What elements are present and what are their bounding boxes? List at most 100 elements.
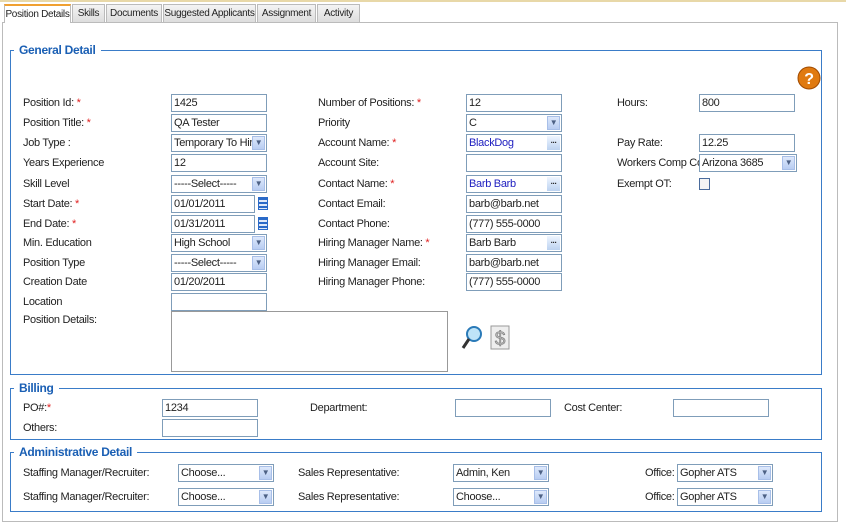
others-input[interactable] xyxy=(162,419,258,437)
location-label: Location xyxy=(23,296,63,308)
ellipsis-lookup-icon[interactable]: ... xyxy=(547,136,560,150)
chevron-down-icon[interactable]: ▼ xyxy=(534,466,547,480)
required-marker: * xyxy=(72,198,80,210)
hours-value: 800 xyxy=(702,97,720,109)
hiring-manager-phone-input[interactable]: (777) 555-0000 xyxy=(466,273,562,291)
chevron-down-icon[interactable]: ▼ xyxy=(252,177,265,191)
account-name-label: Account Name: * xyxy=(318,137,396,149)
chevron-down-icon[interactable]: ▼ xyxy=(252,236,265,250)
skill-level-select[interactable]: -----Select----- ▼ xyxy=(171,175,267,193)
min-education-label: Min. Education xyxy=(23,237,92,249)
sales-representative-select[interactable]: Admin, Ken ▼ xyxy=(453,464,549,482)
department-input[interactable] xyxy=(455,399,551,417)
contact-email-value: barb@barb.net xyxy=(469,198,539,210)
tab-documents[interactable]: Documents xyxy=(106,4,162,22)
search-icon[interactable] xyxy=(461,325,483,351)
calendar-icon[interactable] xyxy=(258,197,268,210)
cost-center-label: Cost Center: xyxy=(564,402,622,414)
tab-assignment[interactable]: Assignment xyxy=(257,4,316,22)
required-marker: * xyxy=(389,137,397,149)
department-label: Department: xyxy=(310,402,368,414)
po-number-value: 1234 xyxy=(165,402,189,414)
others-label: Others: xyxy=(23,422,57,434)
hours-input[interactable]: 800 xyxy=(699,94,795,112)
chevron-down-icon[interactable]: ▼ xyxy=(252,136,265,150)
svg-text:$: $ xyxy=(495,329,506,350)
creation-date-input[interactable]: 01/20/2011 xyxy=(171,273,267,291)
hiring-manager-phone-label: Hiring Manager Phone: xyxy=(318,276,425,288)
department-label-text: Department: xyxy=(310,402,368,414)
office-select[interactable]: Gopher ATS ▼ xyxy=(677,488,773,506)
number-of-positions-input[interactable]: 12 xyxy=(466,94,562,112)
hiring-manager-email-input[interactable]: barb@barb.net xyxy=(466,254,562,272)
cost-center-input[interactable] xyxy=(673,399,769,417)
position-title-input[interactable]: QA Tester xyxy=(171,114,267,132)
hiring-manager-email-value: barb@barb.net xyxy=(469,257,539,269)
help-icon[interactable]: ? xyxy=(797,65,821,91)
start-date-input[interactable]: 01/01/2011 xyxy=(171,195,255,213)
position-id-label: Position Id: * xyxy=(23,97,81,109)
position-id-input[interactable]: 1425 xyxy=(171,94,267,112)
account-name-input[interactable]: BlackDog... xyxy=(466,134,562,152)
end-date-input[interactable]: 01/31/2011 xyxy=(171,215,255,233)
location-label-text: Location xyxy=(23,296,63,308)
priority-select[interactable]: C ▼ xyxy=(466,114,562,132)
chevron-down-icon[interactable]: ▼ xyxy=(252,256,265,270)
location-input[interactable] xyxy=(171,293,267,311)
years-experience-input[interactable]: 12 xyxy=(171,154,267,172)
position-id-value: 1425 xyxy=(174,97,198,109)
job-type-select[interactable]: Temporary To Hire ▼ xyxy=(171,134,267,152)
chevron-down-icon[interactable]: ▼ xyxy=(547,116,560,130)
min-education-select[interactable]: High School ▼ xyxy=(171,234,267,252)
position-type-value: -----Select----- xyxy=(174,257,237,269)
office-select[interactable]: Gopher ATS ▼ xyxy=(677,464,773,482)
chevron-down-icon[interactable]: ▼ xyxy=(259,466,272,480)
contact-name-input[interactable]: Barb Barb... xyxy=(466,175,562,193)
contact-phone-label: Contact Phone: xyxy=(318,218,390,230)
position-details-textarea[interactable] xyxy=(171,311,448,372)
tab-position-details[interactable]: Position Details xyxy=(4,4,71,23)
others-label-text: Others: xyxy=(23,422,57,434)
years-experience-label: Years Experience xyxy=(23,157,104,169)
staffing-manager-select[interactable]: Choose... ▼ xyxy=(178,464,274,482)
account-site-input[interactable] xyxy=(466,154,562,172)
position-title-label-text: Position Title: xyxy=(23,117,84,129)
office-label: Office: xyxy=(645,491,675,503)
end-date-label-text: End Date: xyxy=(23,218,70,230)
po-number-label-text: PO#: xyxy=(23,402,47,414)
position-title-value: QA Tester xyxy=(174,117,220,129)
position-type-label-text: Position Type xyxy=(23,257,85,269)
tab-skills[interactable]: Skills xyxy=(72,4,105,22)
min-education-label-text: Min. Education xyxy=(23,237,92,249)
position-type-select[interactable]: -----Select----- ▼ xyxy=(171,254,267,272)
tab-suggested-applicants[interactable]: Suggested Applicants xyxy=(163,4,256,22)
ellipsis-lookup-icon[interactable]: ... xyxy=(547,177,560,191)
pay-rate-input[interactable]: 12.25 xyxy=(699,134,795,152)
staffing-manager-select[interactable]: Choose... ▼ xyxy=(178,488,274,506)
chevron-down-icon[interactable]: ▼ xyxy=(758,466,771,480)
po-number-input[interactable]: 1234 xyxy=(162,399,258,417)
contact-name-label: Contact Name: * xyxy=(318,178,395,190)
chevron-down-icon[interactable]: ▼ xyxy=(259,490,272,504)
exempt-ot-label-text: Exempt OT: xyxy=(617,178,672,190)
sales-representative-select[interactable]: Choose... ▼ xyxy=(453,488,549,506)
workers-comp-code-select[interactable]: Arizona 3685 ▼ xyxy=(699,154,797,172)
contact-phone-input[interactable]: (777) 555-0000 xyxy=(466,215,562,233)
ellipsis-lookup-icon[interactable]: ... xyxy=(547,236,560,250)
contact-email-input[interactable]: barb@barb.net xyxy=(466,195,562,213)
exempt-ot-checkbox[interactable] xyxy=(699,178,710,190)
pay-rate-label: Pay Rate: xyxy=(617,137,663,149)
contact-phone-value: (777) 555-0000 xyxy=(469,218,541,230)
hiring-manager-name-input[interactable]: Barb Barb... xyxy=(466,234,562,252)
section-title: General Detail xyxy=(14,43,101,57)
calendar-icon[interactable] xyxy=(258,217,268,230)
tab-activity[interactable]: Activity xyxy=(317,4,360,22)
chevron-down-icon[interactable]: ▼ xyxy=(782,156,795,170)
hours-label: Hours: xyxy=(617,97,648,109)
chevron-down-icon[interactable]: ▼ xyxy=(534,490,547,504)
min-education-value: High School xyxy=(174,237,231,249)
chevron-down-icon[interactable]: ▼ xyxy=(758,490,771,504)
required-marker: * xyxy=(414,97,421,109)
dollar-icon[interactable]: $ xyxy=(490,325,510,350)
position-title-label: Position Title: * xyxy=(23,117,91,129)
